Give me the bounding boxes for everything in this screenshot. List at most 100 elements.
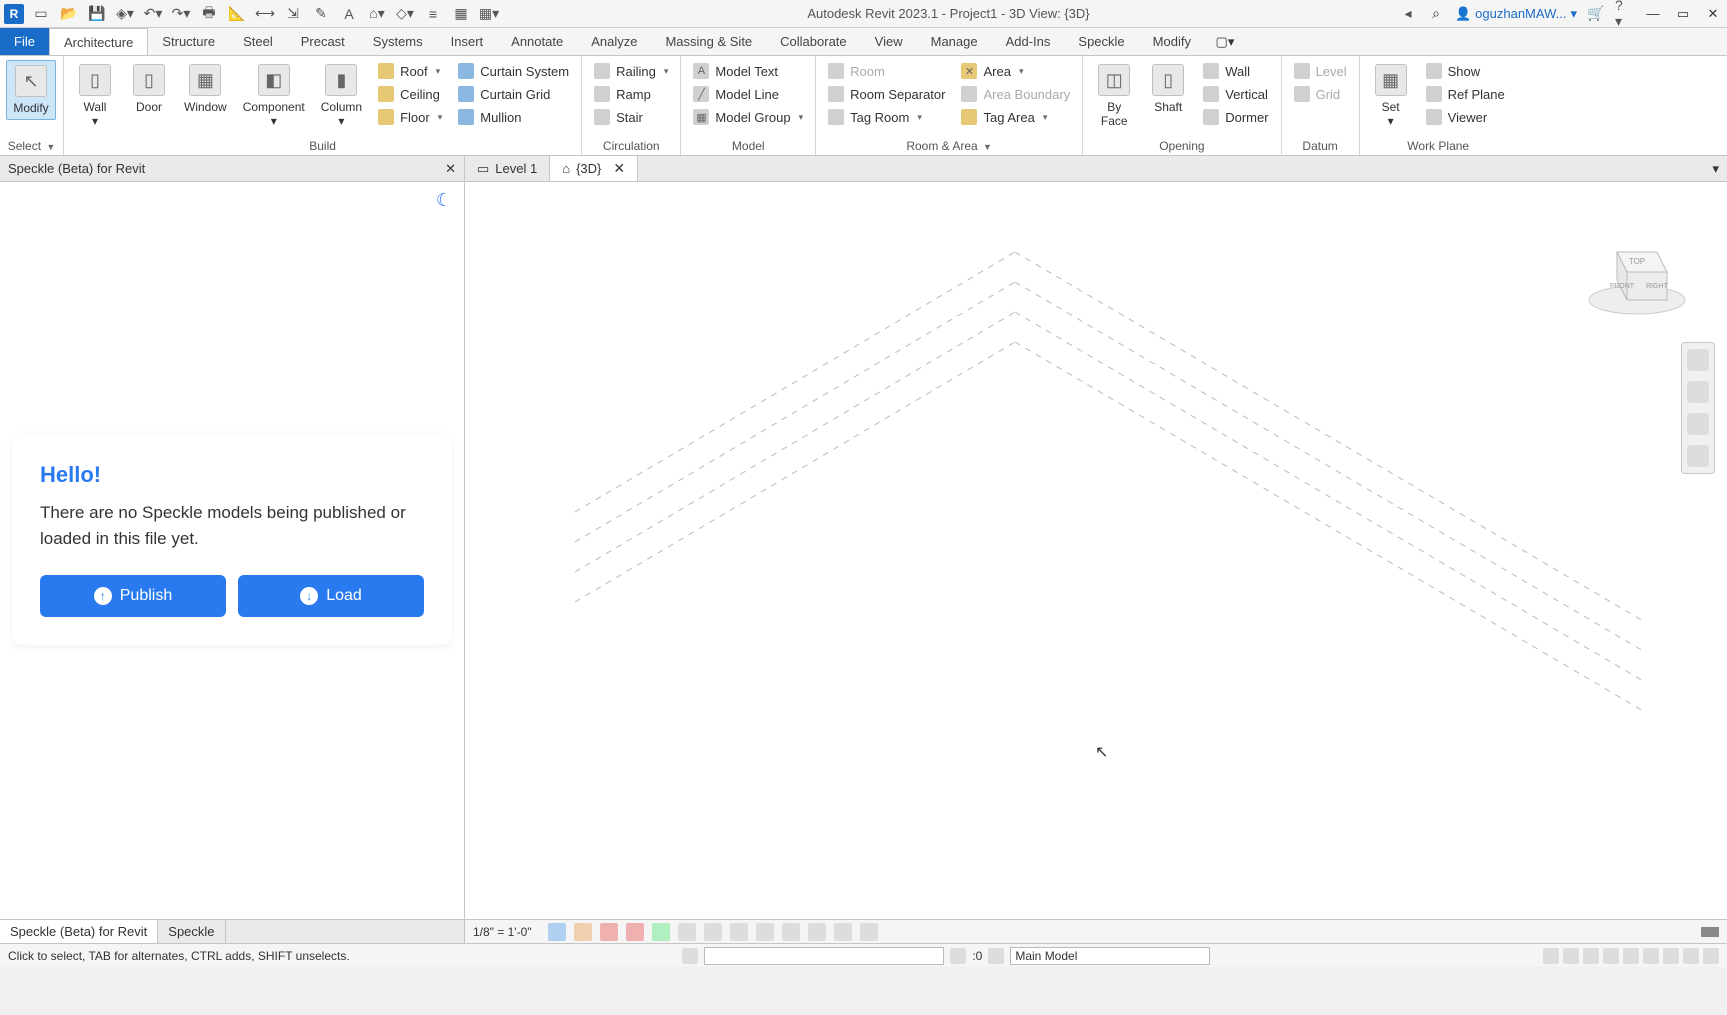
rendering-icon[interactable] [652,923,670,941]
vertical-button[interactable]: Vertical [1197,83,1274,105]
unhide-icon[interactable] [730,923,748,941]
ribbon-extra-dropdown[interactable]: ▢▾ [1205,28,1245,55]
door-button[interactable]: ▯Door [124,60,174,118]
status-right-icon[interactable] [1683,948,1699,964]
dark-mode-toggle-icon[interactable]: ☾ [436,190,452,211]
redo-icon[interactable]: ↷▾ [172,5,190,23]
dim-icon[interactable]: ⟷ [256,5,274,23]
tab-addins[interactable]: Add-Ins [992,28,1065,55]
railing-button[interactable]: Railing▾ [588,60,674,82]
room-button[interactable]: Room [822,60,951,82]
restore-button[interactable]: ▭ [1673,4,1693,24]
measure-icon[interactable]: 📐 [228,5,246,23]
help-icon[interactable]: ? ▾ [1615,5,1633,23]
view-tab-level1[interactable]: ▭Level 1 [465,156,550,181]
status-right-icon[interactable] [1703,948,1719,964]
tag-room-button[interactable]: Tag Room▾ [822,106,951,128]
status-filter-input[interactable] [704,947,944,965]
load-button[interactable]: ↓Load [238,575,424,617]
sun-path-icon[interactable] [600,923,618,941]
tab-speckle[interactable]: Speckle [1064,28,1138,55]
floor-button[interactable]: Floor▾ [372,106,448,128]
speckle-panel-close-icon[interactable]: ✕ [445,161,456,177]
opening-wall-button[interactable]: Wall [1197,60,1274,82]
save-icon[interactable]: 💾 [88,5,106,23]
stair-button[interactable]: Stair [588,106,674,128]
qat-page-icon[interactable]: ▭ [32,5,50,23]
3d-icon[interactable]: ⌂▾ [368,5,386,23]
area-button[interactable]: ✕Area▾ [955,60,1076,82]
close-button[interactable]: ✕ [1703,4,1723,24]
room-separator-button[interactable]: Room Separator [822,83,951,105]
status-icon-2[interactable] [950,948,966,964]
model-line-button[interactable]: ╱Model Line [687,83,809,105]
status-right-icon[interactable] [1643,948,1659,964]
switch-windows-icon[interactable]: ▦▾ [480,5,498,23]
model-group-button[interactable]: ▦Model Group▾ [687,106,809,128]
orbit-icon[interactable] [1687,445,1709,467]
area-boundary-button[interactable]: Area Boundary [955,83,1076,105]
ramp-button[interactable]: Ramp [588,83,674,105]
open-icon[interactable]: 📂 [60,5,78,23]
dormer-button[interactable]: Dormer [1197,106,1274,128]
view-tab-close-icon[interactable]: ✕ [613,160,625,177]
ref-plane-button[interactable]: Ref Plane [1420,83,1511,105]
main-model-selector[interactable]: Main Model [1010,947,1210,965]
status-right-icon[interactable] [1663,948,1679,964]
zoom-icon[interactable] [1687,413,1709,435]
tab-modify[interactable]: Modify [1139,28,1205,55]
highlight-icon[interactable] [860,923,878,941]
close-inactive-icon[interactable]: ▦ [452,5,470,23]
show-button[interactable]: Show [1420,60,1511,82]
tag-area-button[interactable]: Tag Area▾ [955,106,1076,128]
text-icon[interactable]: A [340,5,358,23]
search-icon[interactable]: ⌕ [1427,5,1445,23]
tab-view[interactable]: View [861,28,917,55]
shaft-button[interactable]: ▯Shaft [1143,60,1193,118]
view-tab-3d[interactable]: ⌂{3D}✕ [550,156,638,181]
view-scale[interactable]: 1/8" = 1'-0" [473,925,532,939]
constraints-icon[interactable] [834,923,852,941]
shadows-icon[interactable] [626,923,644,941]
nav-left-icon[interactable]: ◂ [1399,5,1417,23]
ceiling-button[interactable]: Ceiling [372,83,448,105]
reveal-icon[interactable] [782,923,800,941]
scrollbar-thumb[interactable] [1701,927,1719,937]
tab-precast[interactable]: Precast [287,28,359,55]
set-button[interactable]: ▦Set▾ [1366,60,1416,133]
model-text-button[interactable]: AModel Text [687,60,809,82]
roof-button[interactable]: Roof▾ [372,60,448,82]
tab-insert[interactable]: Insert [437,28,498,55]
view-tabs-menu-icon[interactable]: ▾ [1704,156,1727,181]
viewer-button[interactable]: Viewer [1420,106,1511,128]
tab-file[interactable]: File [0,28,49,55]
tab-collaborate[interactable]: Collaborate [766,28,861,55]
minimize-button[interactable]: — [1643,4,1663,24]
temp-hide-icon[interactable] [756,923,774,941]
user-menu[interactable]: 👤 oguzhanMAW...▾ [1455,6,1577,22]
section-icon[interactable]: ◇▾ [396,5,414,23]
publish-button[interactable]: ↑Publish [40,575,226,617]
modify-button[interactable]: ↖ Modify [6,60,56,120]
crop-view-icon[interactable] [678,923,696,941]
component-button[interactable]: ◧Component▾ [237,60,311,133]
sync-icon[interactable]: ◈▾ [116,5,134,23]
roomarea-panel-title[interactable]: Room & Area ▼ [822,137,1076,155]
status-icon-1[interactable] [682,948,698,964]
footer-tab-speckle[interactable]: Speckle [158,920,225,943]
curtain-system-button[interactable]: Curtain System [452,60,575,82]
mullion-button[interactable]: Mullion [452,106,575,128]
visual-style-icon[interactable] [574,923,592,941]
print-icon[interactable]: 🖶 [200,5,218,23]
tab-massing-site[interactable]: Massing & Site [651,28,766,55]
tab-systems[interactable]: Systems [359,28,437,55]
curtain-grid-button[interactable]: Curtain Grid [452,83,575,105]
tag-icon[interactable]: ✎ [312,5,330,23]
3d-canvas[interactable]: TOP FRONT RIGHT ↖ [465,182,1727,919]
select-panel-title[interactable]: Select ▼ [6,137,57,155]
tab-annotate[interactable]: Annotate [497,28,577,55]
wall-button[interactable]: ▯Wall▾ [70,60,120,133]
window-button[interactable]: ▦Window [178,60,233,118]
status-right-icon[interactable] [1603,948,1619,964]
tab-manage[interactable]: Manage [917,28,992,55]
